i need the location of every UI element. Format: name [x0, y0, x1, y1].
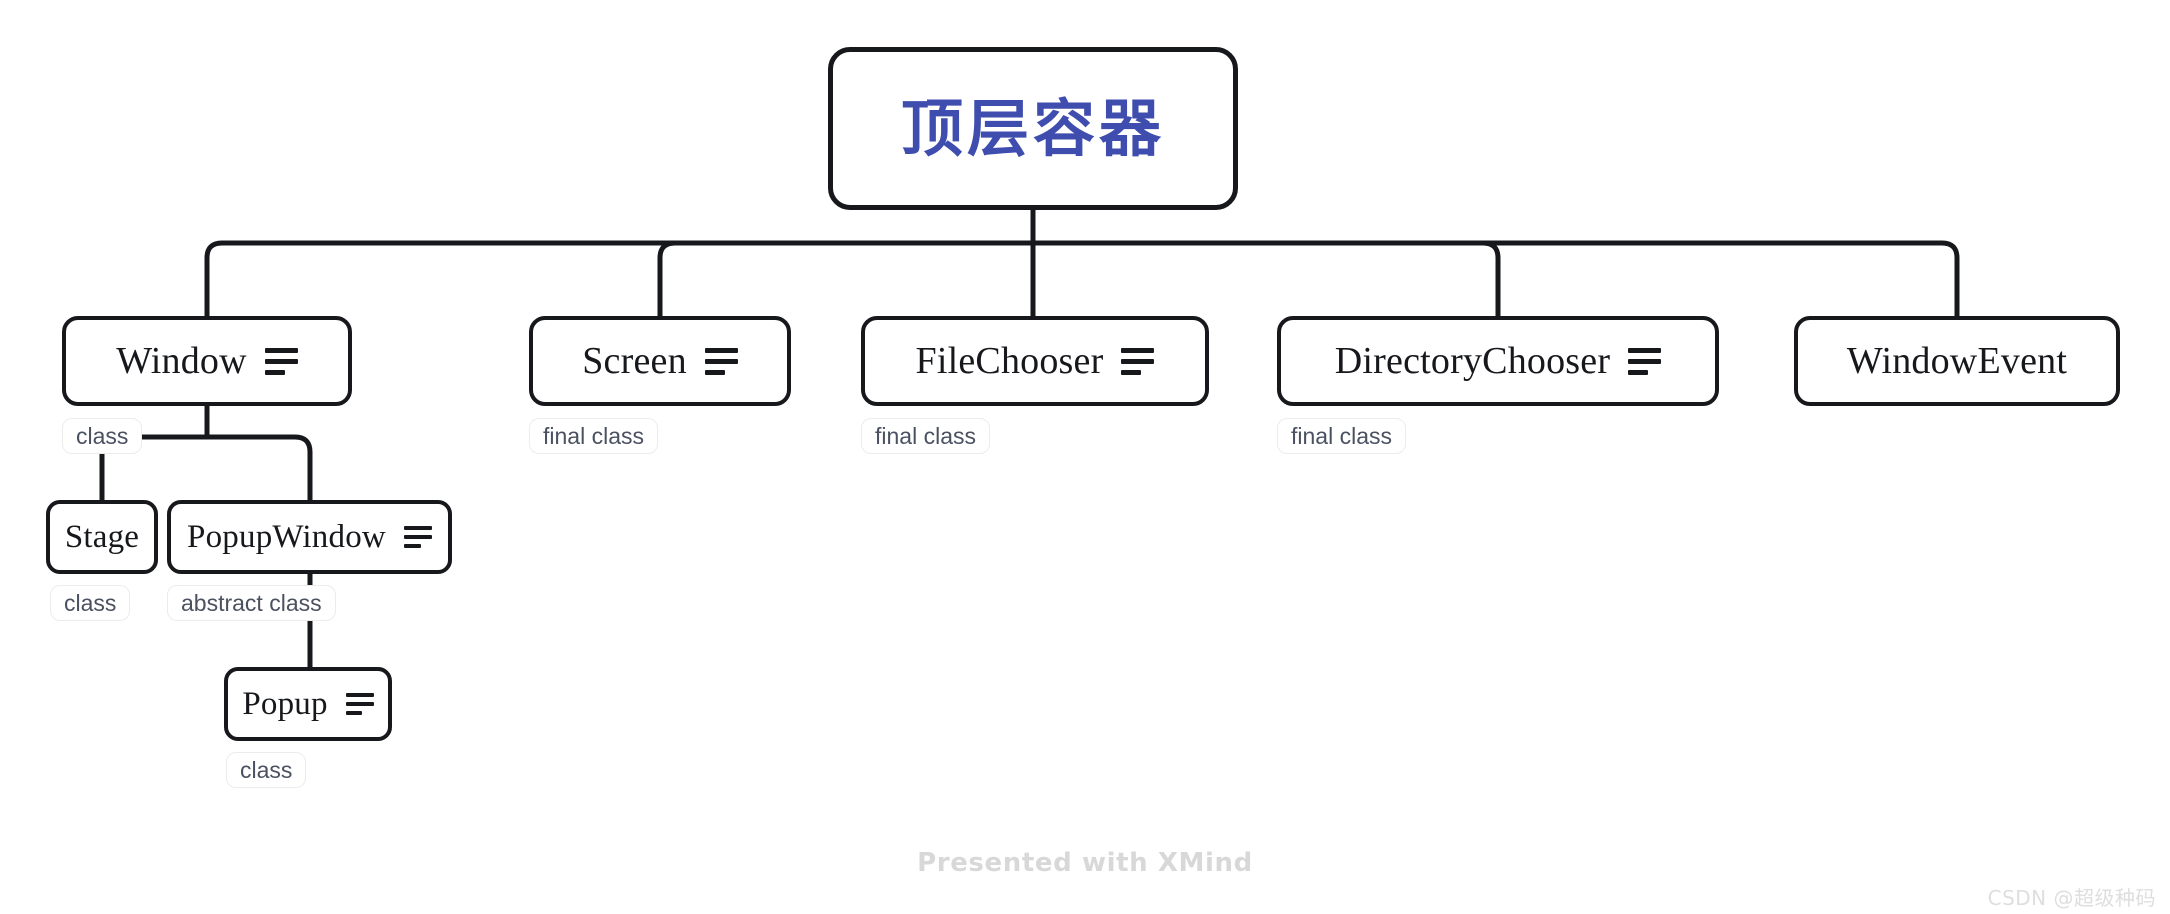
tag-stage: class — [50, 585, 131, 621]
node-windowevent-label: WindowEvent — [1846, 340, 2068, 382]
notes-icon[interactable] — [345, 693, 374, 715]
tag-popupwindow: abstract class — [167, 585, 336, 621]
node-popup-label: Popup — [242, 685, 328, 722]
xmind-watermark: Presented with XMind — [917, 848, 1253, 878]
tag-filechooser: final class — [861, 418, 990, 454]
node-window[interactable]: Window — [62, 316, 352, 406]
edge-window-to-popupwindow — [207, 434, 313, 500]
tag-window: class — [62, 418, 143, 454]
edge-bus-to-directorychooser — [1033, 240, 1501, 316]
node-directorychooser[interactable]: DirectoryChooser — [1277, 316, 1719, 406]
tag-filechooser-label: final class — [875, 422, 976, 449]
node-filechooser-label: FileChooser — [915, 340, 1104, 382]
node-window-label: Window — [116, 340, 247, 382]
notes-icon[interactable] — [264, 347, 298, 375]
tag-popupwindow-label: abstract class — [181, 589, 322, 616]
tag-directorychooser-label: final class — [1291, 422, 1392, 449]
node-root[interactable]: 顶层容器 — [828, 47, 1238, 210]
node-popupwindow-label: PopupWindow — [187, 518, 386, 555]
csdn-watermark: CSDN @超级种码 — [1987, 886, 2156, 910]
tag-stage-label: class — [64, 589, 117, 616]
node-screen-label: Screen — [582, 340, 687, 382]
tag-popup-label: class — [240, 756, 293, 783]
node-stage-label: Stage — [64, 518, 140, 555]
node-popup[interactable]: Popup — [224, 667, 392, 741]
node-popupwindow[interactable]: PopupWindow — [167, 500, 452, 574]
notes-icon[interactable] — [1121, 347, 1155, 375]
node-screen[interactable]: Screen — [529, 316, 791, 406]
notes-icon[interactable] — [1628, 347, 1662, 375]
node-filechooser[interactable]: FileChooser — [861, 316, 1209, 406]
mindmap-canvas: 顶层容器 Window class Screen final class Fil… — [0, 0, 2170, 914]
tag-screen: final class — [529, 418, 658, 454]
notes-icon[interactable] — [704, 347, 738, 375]
edge-bus-to-screen — [657, 240, 1033, 316]
tag-directorychooser: final class — [1277, 418, 1406, 454]
node-windowevent[interactable]: WindowEvent — [1794, 316, 2120, 406]
tag-window-label: class — [76, 422, 129, 449]
node-directorychooser-label: DirectoryChooser — [1334, 340, 1611, 382]
tag-screen-label: final class — [543, 422, 644, 449]
notes-icon[interactable] — [403, 526, 432, 548]
edge-bus-to-windowevent — [1033, 240, 1960, 316]
node-root-label: 顶层容器 — [900, 91, 1165, 165]
node-stage[interactable]: Stage — [46, 500, 158, 574]
edge-bus-to-window — [204, 240, 1033, 316]
tag-popup: class — [226, 752, 307, 788]
